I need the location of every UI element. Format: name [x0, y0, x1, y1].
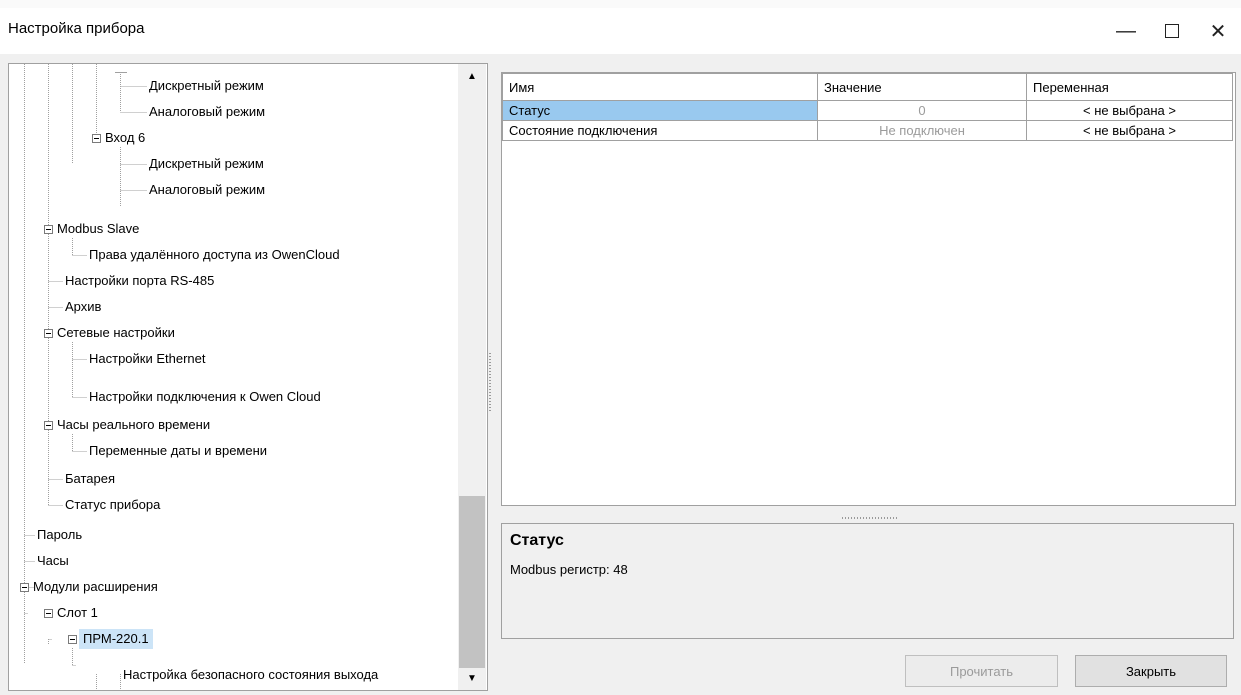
table-header-row: Имя Значение Переменная	[502, 73, 1233, 101]
tree-item[interactable]: Аналоговый режим	[149, 102, 265, 122]
vertical-splitter-grip[interactable]	[489, 353, 491, 413]
tree-item[interactable]: Модули расширения	[33, 577, 158, 597]
collapse-icon[interactable]	[92, 134, 101, 143]
tree-item[interactable]: Архив	[65, 297, 101, 317]
tree-item[interactable]: Настройки подключения к Owen Cloud	[89, 387, 321, 407]
column-header-name[interactable]: Имя	[502, 73, 818, 101]
close-icon: ✕	[1209, 20, 1227, 43]
tree-item[interactable]: Часы реального времени	[57, 415, 210, 435]
window-title: Настройка прибора	[8, 20, 145, 37]
table-row[interactable]: Статус 0 < не выбрана >	[502, 100, 1233, 121]
tree-item[interactable]: Modbus Slave	[57, 219, 139, 239]
param-value-cell: Не подключен	[817, 120, 1027, 141]
tree-item[interactable]: Вход 6	[105, 128, 145, 148]
background-strip	[0, 0, 1241, 8]
device-settings-window: Настройка прибора — ✕ Дискретный режим А…	[0, 8, 1241, 695]
tree-item[interactable]: Дискретный режим	[149, 76, 264, 96]
scroll-down-arrow-icon[interactable]: ▼	[458, 668, 486, 688]
maximize-button[interactable]	[1149, 8, 1195, 54]
param-variable-cell[interactable]: < не выбрана >	[1026, 100, 1233, 121]
tree-item[interactable]: Настройка безопасного состояния выхода	[123, 665, 378, 685]
param-name-cell[interactable]: Статус	[502, 100, 818, 121]
title-bar: Настройка прибора — ✕	[0, 8, 1241, 54]
tree-item[interactable]: Пароль	[37, 525, 82, 545]
collapse-icon[interactable]	[44, 329, 53, 338]
tree-item[interactable]: Настройки Ethernet	[89, 349, 206, 369]
column-header-value[interactable]: Значение	[817, 73, 1027, 101]
tree-item[interactable]: Часы	[37, 551, 69, 571]
close-window-button[interactable]: ✕	[1195, 8, 1241, 54]
minimize-icon: —	[1116, 19, 1136, 42]
tree-item[interactable]: Настройки порта RS-485	[65, 271, 214, 291]
horizontal-splitter-grip[interactable]	[842, 517, 898, 519]
table-row[interactable]: Состояние подключения Не подключен < не …	[502, 120, 1233, 141]
tree-item-selected[interactable]: ПРМ-220.1	[79, 629, 153, 649]
param-value-cell: 0	[817, 100, 1027, 121]
tree-item[interactable]: Слот 1	[57, 603, 98, 623]
minimize-button[interactable]: —	[1103, 8, 1149, 54]
collapse-icon[interactable]	[44, 225, 53, 234]
tree-item[interactable]: Переменные даты и времени	[89, 441, 267, 461]
param-name-cell[interactable]: Состояние подключения	[502, 120, 818, 141]
scrollbar-thumb[interactable]	[459, 496, 485, 668]
description-title: Статус	[510, 532, 564, 549]
tree-scrollbar[interactable]: ▲ ▼	[458, 64, 486, 690]
tree-item[interactable]: Сетевые настройки	[57, 323, 175, 343]
collapse-icon[interactable]	[20, 583, 29, 592]
tree-item[interactable]: Права удалённого доступа из OwenCloud	[89, 245, 340, 265]
parameters-table: Имя Значение Переменная Статус 0 < не вы…	[502, 73, 1233, 141]
tree-item[interactable]: Статус прибора	[65, 495, 160, 515]
tree-item[interactable]: Дискретный режим	[149, 154, 264, 174]
scroll-up-arrow-icon[interactable]: ▲	[458, 66, 486, 86]
close-button[interactable]: Закрыть	[1075, 655, 1227, 687]
param-variable-cell[interactable]: < не выбрана >	[1026, 120, 1233, 141]
read-button[interactable]: Прочитать	[905, 655, 1058, 687]
tree-item[interactable]: Аналоговый режим	[149, 180, 265, 200]
description-text: Modbus регистр: 48	[510, 562, 628, 577]
maximize-icon	[1165, 24, 1179, 38]
device-tree[interactable]: Дискретный режим Аналоговый режим Вход 6…	[8, 63, 488, 691]
parameters-grid: Имя Значение Переменная Статус 0 < не вы…	[501, 72, 1236, 506]
column-header-variable[interactable]: Переменная	[1026, 73, 1233, 101]
collapse-icon[interactable]	[68, 635, 77, 644]
description-panel: Статус Modbus регистр: 48	[501, 523, 1234, 639]
tree-item[interactable]: Батарея	[65, 469, 115, 489]
collapse-icon[interactable]	[44, 609, 53, 618]
collapse-icon[interactable]	[44, 421, 53, 430]
